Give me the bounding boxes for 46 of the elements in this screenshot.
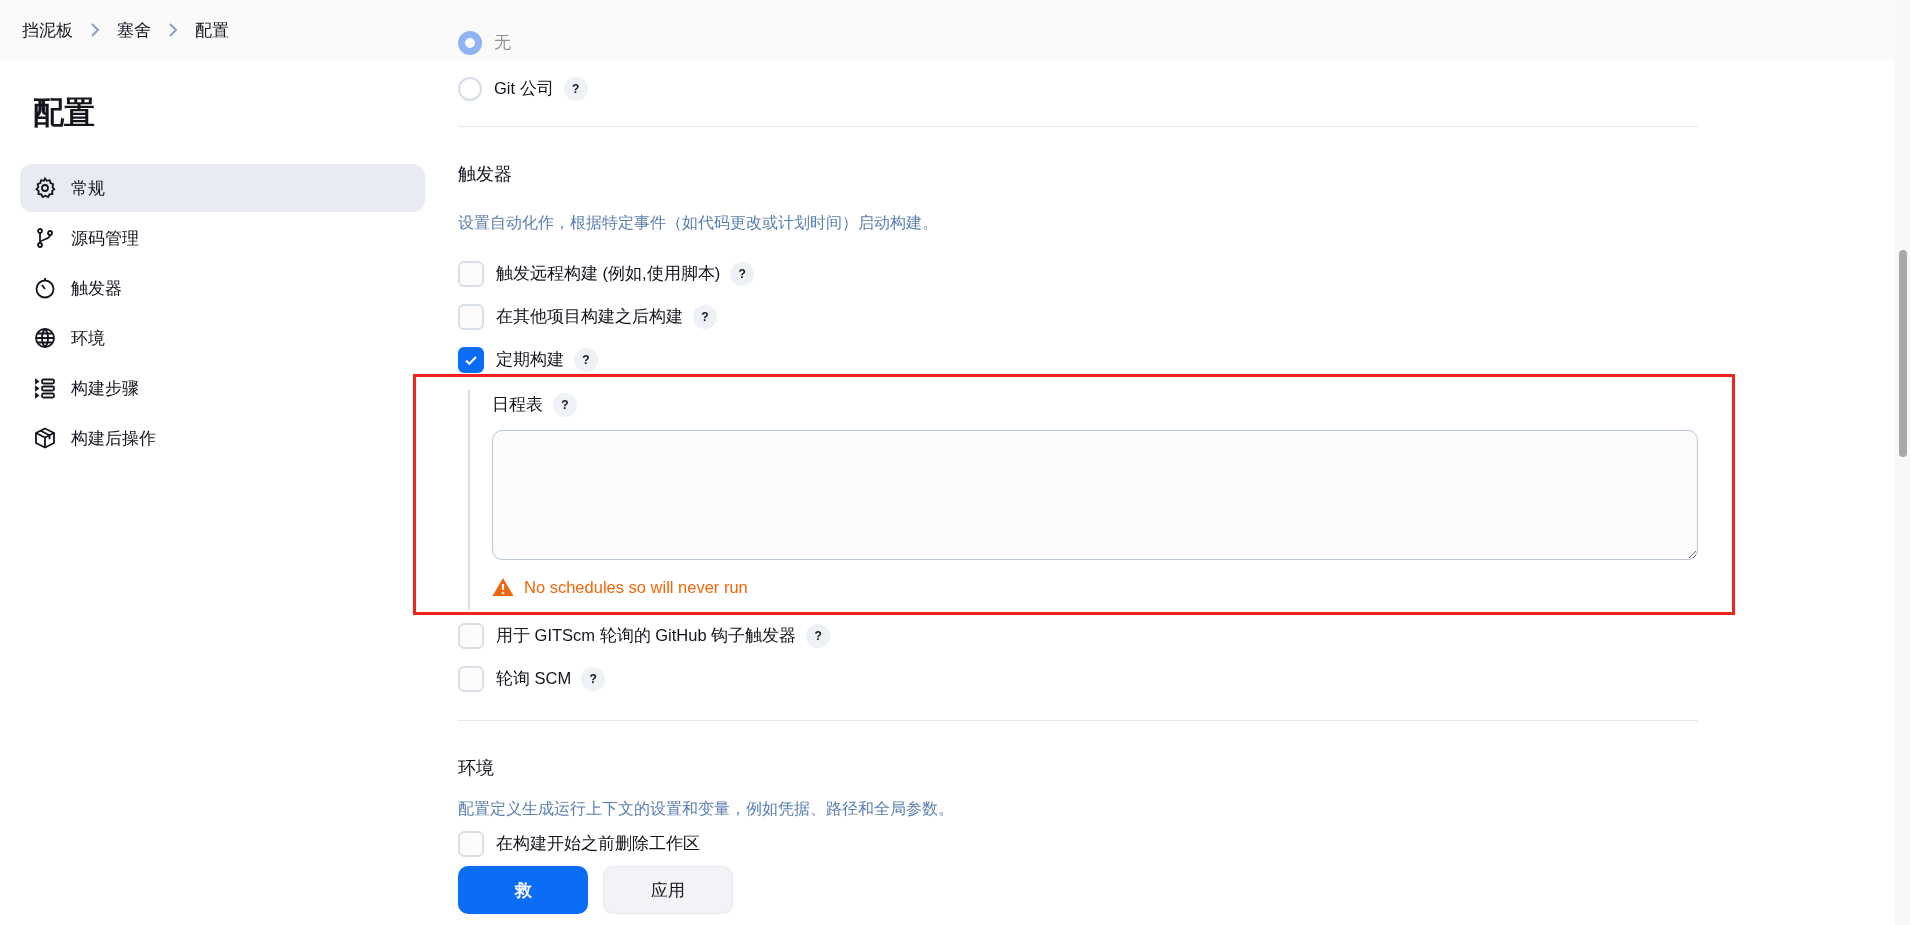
help-button[interactable]: ? [581,667,606,691]
schedule-field[interactable] [492,430,1698,560]
radio-label: Git 公司 [494,78,554,99]
sidebar-item[interactable]: 构建后操作 [20,414,425,462]
section-heading: 环境 [458,757,495,780]
gear-icon [33,176,57,200]
box-icon [33,426,57,450]
page-title: 配置 [33,94,96,132]
sidebar-item[interactable]: 常规 [20,164,425,212]
checkbox-label: 触发远程构建 (例如,使用脚本) [496,263,721,284]
apply-button[interactable]: 应用 [603,866,733,914]
help-button[interactable]: ? [553,393,577,417]
chevron-icon [167,23,179,37]
radio-label: 无 [494,32,511,53]
breadcrumb-link[interactable]: 挡泥板 [22,18,73,42]
field-label: 日程表 [492,394,543,415]
help-button[interactable]: ? [563,77,588,101]
checkbox-label: 轮询 SCM [496,668,572,689]
warning-icon [492,577,514,597]
save-button[interactable]: 救 [458,866,588,914]
help-button[interactable]: ? [730,262,755,286]
sidebar-item[interactable]: 环境 [20,314,425,362]
sidebar-item[interactable]: 触发器 [20,264,425,312]
breadcrumb-link[interactable]: 配置 [195,18,229,42]
checkbox-label: 在构建开始之前删除工作区 [496,833,700,854]
checkbox-label: 在其他项目构建之后构建 [496,306,683,327]
checkbox[interactable] [458,347,484,373]
section-heading: 触发器 [458,163,513,186]
checkbox-label: 定期构建 [496,349,564,370]
scrollbar[interactable] [1895,0,1910,925]
section-description: 配置定义生成运行上下文的设置和变量，例如凭据、路径和全局参数。 [458,799,955,819]
help-button[interactable]: ? [693,305,717,329]
timer-icon [33,276,57,300]
scrollbar-thumb[interactable] [1899,250,1907,457]
list-icon [33,376,57,400]
globe-icon [33,326,57,350]
breadcrumb-link[interactable]: 塞舍 [117,18,151,42]
section-description: 设置自动化作，根据特定事件（如代码更改或计划时间）启动构建。 [458,213,939,233]
chevron-icon [89,23,101,37]
radio-button[interactable] [458,31,482,55]
help-button[interactable]: ? [574,348,598,372]
warning-message: No schedules so will never run [524,577,748,597]
help-button[interactable]: ? [806,624,831,648]
sidebar-item[interactable]: 源码管理 [20,214,425,262]
sidebar-item[interactable]: 构建步骤 [20,364,425,412]
checkbox-label: 用于 GITScm 轮询的 GitHub 钩子触发器 [496,625,797,646]
